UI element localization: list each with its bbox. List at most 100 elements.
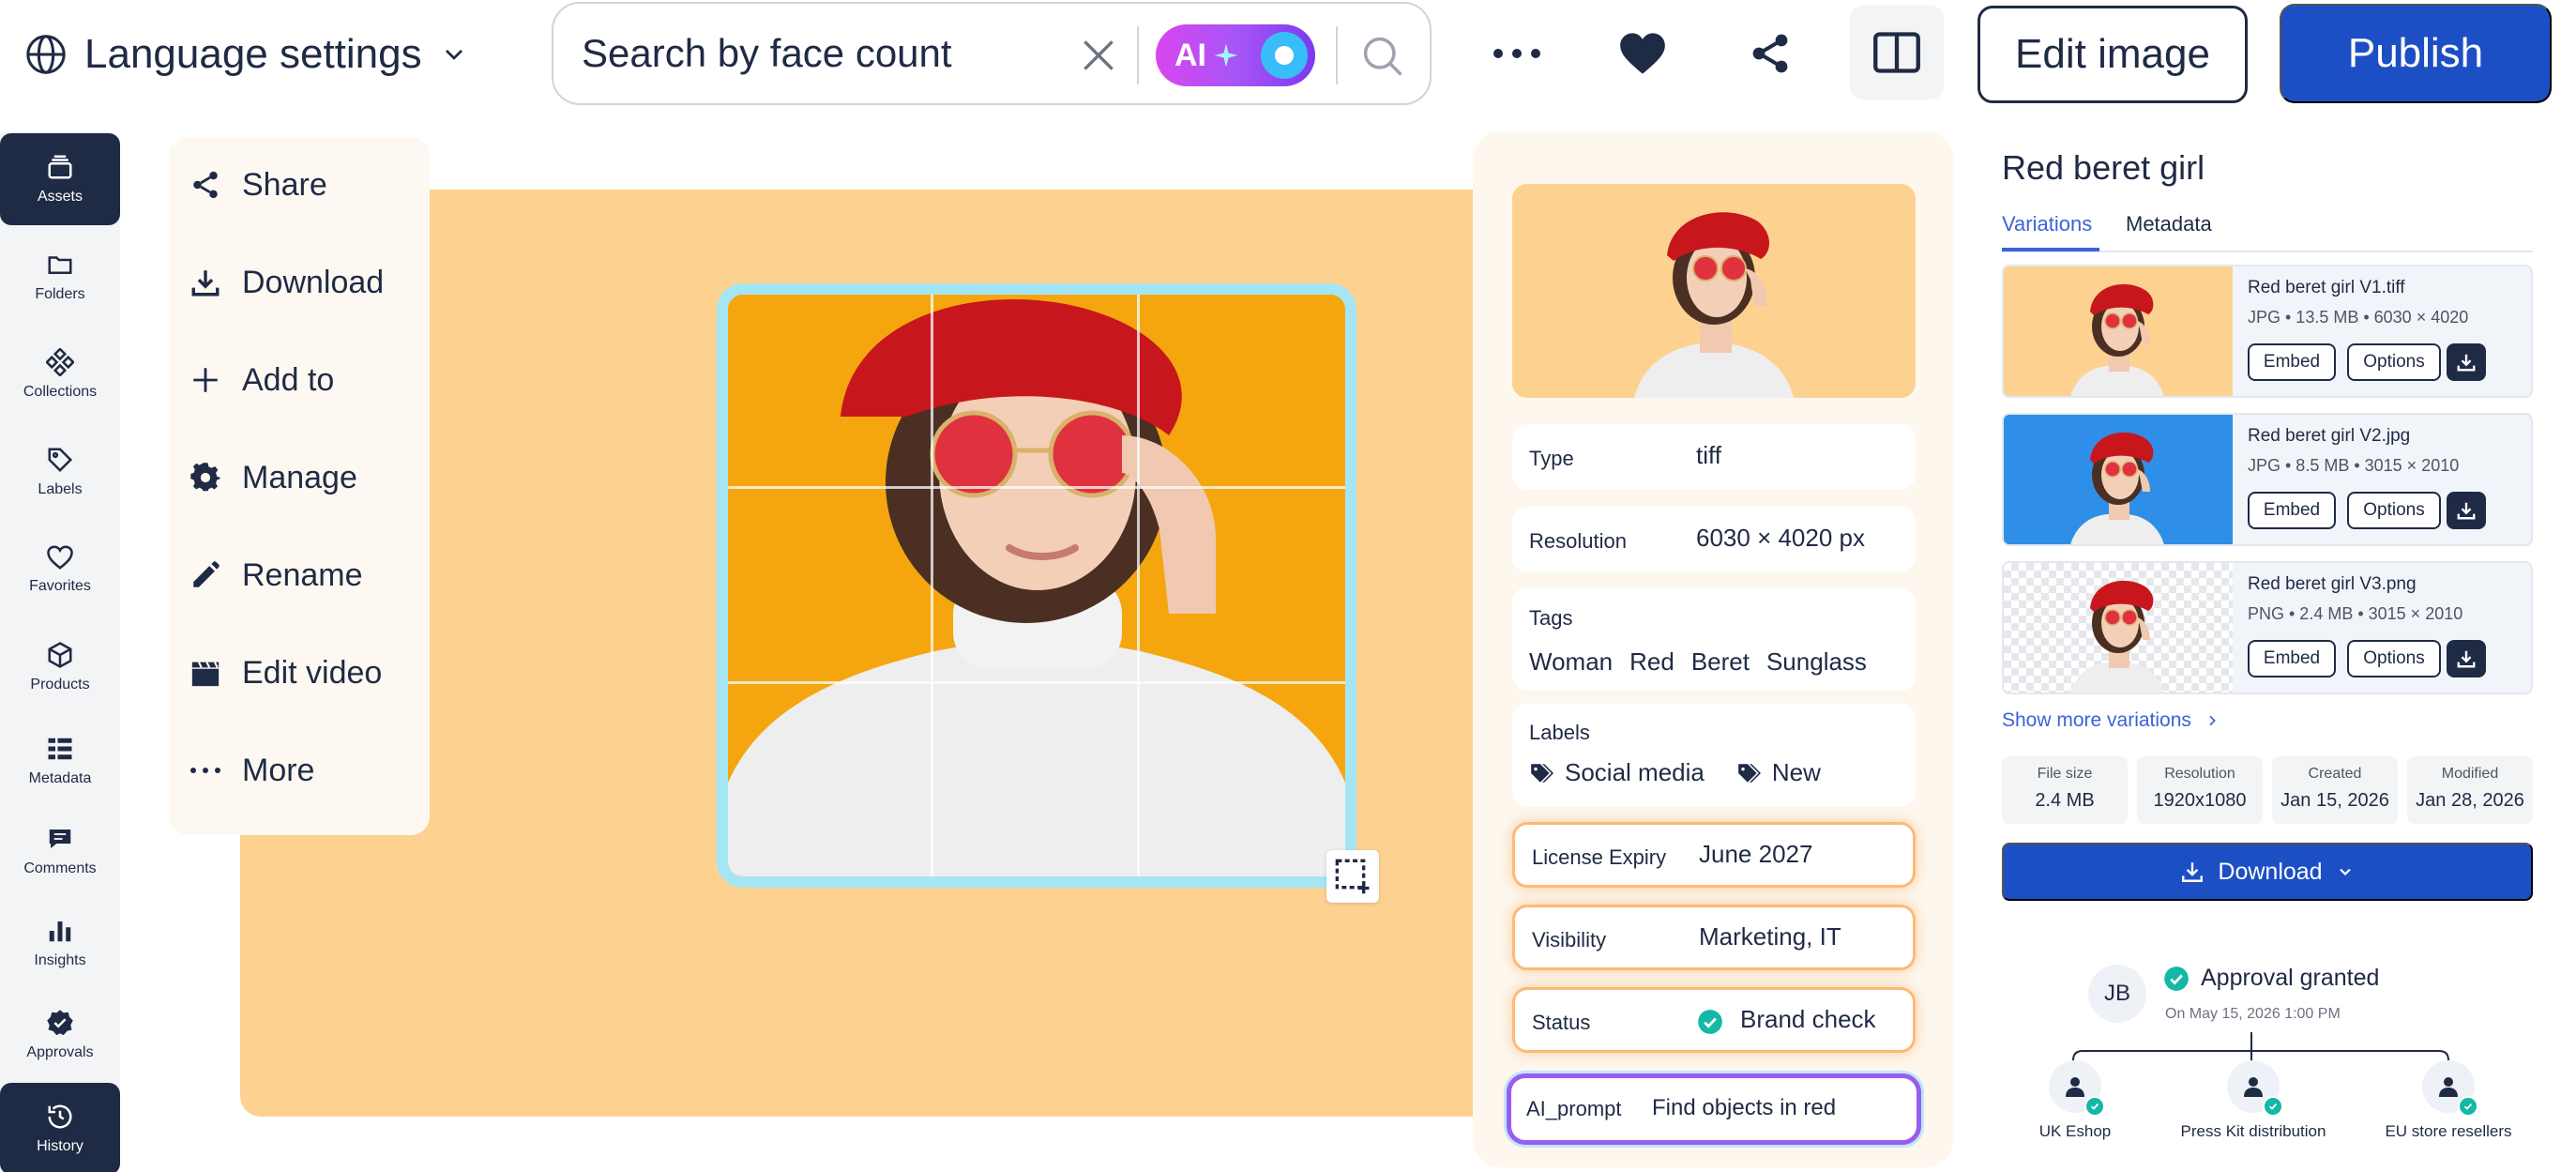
label-chip[interactable]: New bbox=[1736, 758, 1821, 787]
variation-meta: JPG • 8.5 MB • 3015 × 2010 bbox=[2248, 456, 2460, 475]
variation-thumbnail bbox=[2004, 266, 2233, 396]
sidebar-item-insights[interactable]: Insights bbox=[0, 897, 120, 989]
tab-variations[interactable]: Variations bbox=[2002, 212, 2092, 236]
tag-chip[interactable]: Beret bbox=[1691, 647, 1750, 677]
download-action[interactable]: Download bbox=[189, 250, 384, 315]
sidebar-item-metadata[interactable]: Metadata bbox=[0, 715, 120, 807]
field-label: Resolution bbox=[1529, 529, 1627, 553]
search-icon[interactable] bbox=[1358, 32, 1407, 81]
check-circle-icon bbox=[1698, 1010, 1722, 1034]
license-expiry-field[interactable]: License Expiry June 2027 bbox=[1512, 822, 1916, 888]
variation-card[interactable]: Red beret girl V3.png PNG • 2.4 MB • 301… bbox=[2002, 561, 2533, 694]
variation-card[interactable]: Red beret girl V1.tiff JPG • 13.5 MB • 6… bbox=[2002, 265, 2533, 398]
tab-metadata[interactable]: Metadata bbox=[2126, 212, 2212, 236]
favorite-button[interactable] bbox=[1610, 21, 1675, 86]
add-to-action[interactable]: Add to bbox=[189, 347, 334, 413]
variation-thumbnail bbox=[2004, 415, 2233, 544]
active-tab-indicator bbox=[2002, 248, 2099, 251]
share-button[interactable] bbox=[1737, 21, 1803, 86]
portrait-image bbox=[728, 295, 1345, 876]
add-selection-button[interactable] bbox=[1326, 850, 1379, 903]
heart-icon bbox=[47, 545, 73, 570]
more-options-button[interactable] bbox=[1484, 21, 1550, 86]
crop-region[interactable] bbox=[717, 283, 1356, 888]
tag-chip[interactable]: Woman bbox=[1529, 647, 1613, 677]
status-field[interactable]: Status Brand check bbox=[1512, 987, 1916, 1053]
show-more-variations-link[interactable]: Show more variations bbox=[2002, 709, 2220, 732]
asset-thumbnail[interactable] bbox=[1512, 184, 1916, 398]
options-button[interactable]: Options bbox=[2347, 492, 2441, 529]
sidebar-item-assets[interactable]: Assets bbox=[0, 133, 120, 225]
share-action[interactable]: Share bbox=[189, 152, 327, 218]
options-button[interactable]: Options bbox=[2347, 343, 2441, 381]
embed-button[interactable]: Embed bbox=[2248, 492, 2336, 529]
ai-label: AI bbox=[1174, 37, 1206, 73]
language-selector[interactable]: Language settings bbox=[24, 26, 469, 83]
gear-icon bbox=[190, 463, 220, 492]
manage-action[interactable]: Manage bbox=[189, 445, 357, 510]
divider bbox=[1137, 26, 1139, 84]
plus-icon bbox=[193, 368, 218, 392]
ai-toggle[interactable]: AI bbox=[1156, 24, 1315, 86]
sidebar: Assets Folders Collections Labels Favori… bbox=[0, 131, 120, 1172]
sidebar-item-collections[interactable]: Collections bbox=[0, 328, 120, 420]
user-icon bbox=[2066, 1077, 2084, 1097]
publish-button[interactable]: Publish bbox=[2280, 4, 2552, 103]
action-label: Add to bbox=[242, 361, 335, 398]
stat-label: Resolution bbox=[2164, 766, 2235, 782]
variation-download-button[interactable] bbox=[2447, 492, 2486, 529]
tag-chip[interactable]: Red bbox=[1629, 647, 1674, 677]
variation-card[interactable]: Red beret girl V2.jpg JPG • 8.5 MB • 301… bbox=[2002, 413, 2533, 546]
sidebar-item-label: Labels bbox=[38, 481, 83, 497]
sidebar-item-favorites[interactable]: Favorites bbox=[0, 524, 120, 616]
check-circle-icon bbox=[2164, 966, 2189, 991]
field-value: Brand check bbox=[1740, 1005, 1876, 1033]
sidebar-item-labels[interactable]: Labels bbox=[0, 426, 120, 518]
more-action[interactable]: More bbox=[189, 738, 314, 803]
asset-title: Red beret girl bbox=[2002, 148, 2205, 187]
sidebar-item-history[interactable]: History bbox=[0, 1083, 120, 1172]
label-text: Social media bbox=[1565, 758, 1705, 786]
action-label: Download bbox=[242, 264, 385, 300]
variation-download-button[interactable] bbox=[2447, 343, 2486, 381]
edit-video-action[interactable]: Edit video bbox=[189, 640, 382, 706]
stat-label: Modified bbox=[2441, 766, 2499, 782]
field-value: Marketing, IT bbox=[1699, 922, 1841, 951]
portrait-thumbnail bbox=[2070, 432, 2164, 544]
sidebar-item-folders[interactable]: Folders bbox=[0, 231, 120, 323]
ellipsis-icon bbox=[190, 768, 220, 773]
label-chip[interactable]: Social media bbox=[1529, 758, 1705, 787]
variation-name: Red beret girl V1.tiff bbox=[2248, 278, 2405, 297]
sidebar-item-label: Comments bbox=[23, 860, 97, 876]
ai-prompt-field[interactable]: AI_prompt Find objects in red bbox=[1507, 1073, 1921, 1145]
variation-download-button[interactable] bbox=[2447, 640, 2486, 677]
field-label: Visibility bbox=[1532, 928, 1607, 951]
visibility-field[interactable]: Visibility Marketing, IT bbox=[1512, 905, 1916, 970]
field-label: Type bbox=[1529, 447, 1574, 470]
action-label: More bbox=[242, 752, 315, 788]
download-label: Download bbox=[2218, 858, 2323, 885]
embed-button[interactable]: Embed bbox=[2248, 343, 2336, 381]
sidebar-item-label: Collections bbox=[23, 384, 98, 400]
portrait-thumbnail bbox=[2070, 580, 2164, 693]
sidebar-item-approvals[interactable]: Approvals bbox=[0, 989, 120, 1081]
embed-button[interactable]: Embed bbox=[2248, 640, 2336, 677]
rename-action[interactable]: Rename bbox=[189, 542, 363, 608]
recipient-avatar bbox=[2227, 1060, 2283, 1117]
edit-image-button[interactable]: Edit image bbox=[1977, 6, 2248, 103]
split-view-button[interactable] bbox=[1850, 6, 1944, 99]
options-button[interactable]: Options bbox=[2347, 640, 2441, 677]
cube-icon bbox=[48, 642, 72, 668]
approval-date: On May 15, 2026 1:00 PM bbox=[2165, 1006, 2341, 1022]
field-label: Status bbox=[1532, 1011, 1591, 1034]
download-button[interactable]: Download bbox=[2002, 843, 2533, 901]
variation-meta: JPG • 13.5 MB • 6030 × 4020 bbox=[2248, 308, 2469, 327]
sidebar-item-products[interactable]: Products bbox=[0, 621, 120, 713]
sidebar-item-comments[interactable]: Comments bbox=[0, 805, 120, 897]
sidebar-item-label: Approvals bbox=[26, 1044, 94, 1060]
search-input[interactable] bbox=[582, 31, 1060, 76]
tag-chip[interactable]: Sunglass bbox=[1766, 647, 1867, 677]
close-icon[interactable] bbox=[1075, 32, 1122, 79]
sidebar-item-label: History bbox=[37, 1138, 83, 1154]
type-field: Type tiff bbox=[1512, 424, 1916, 490]
